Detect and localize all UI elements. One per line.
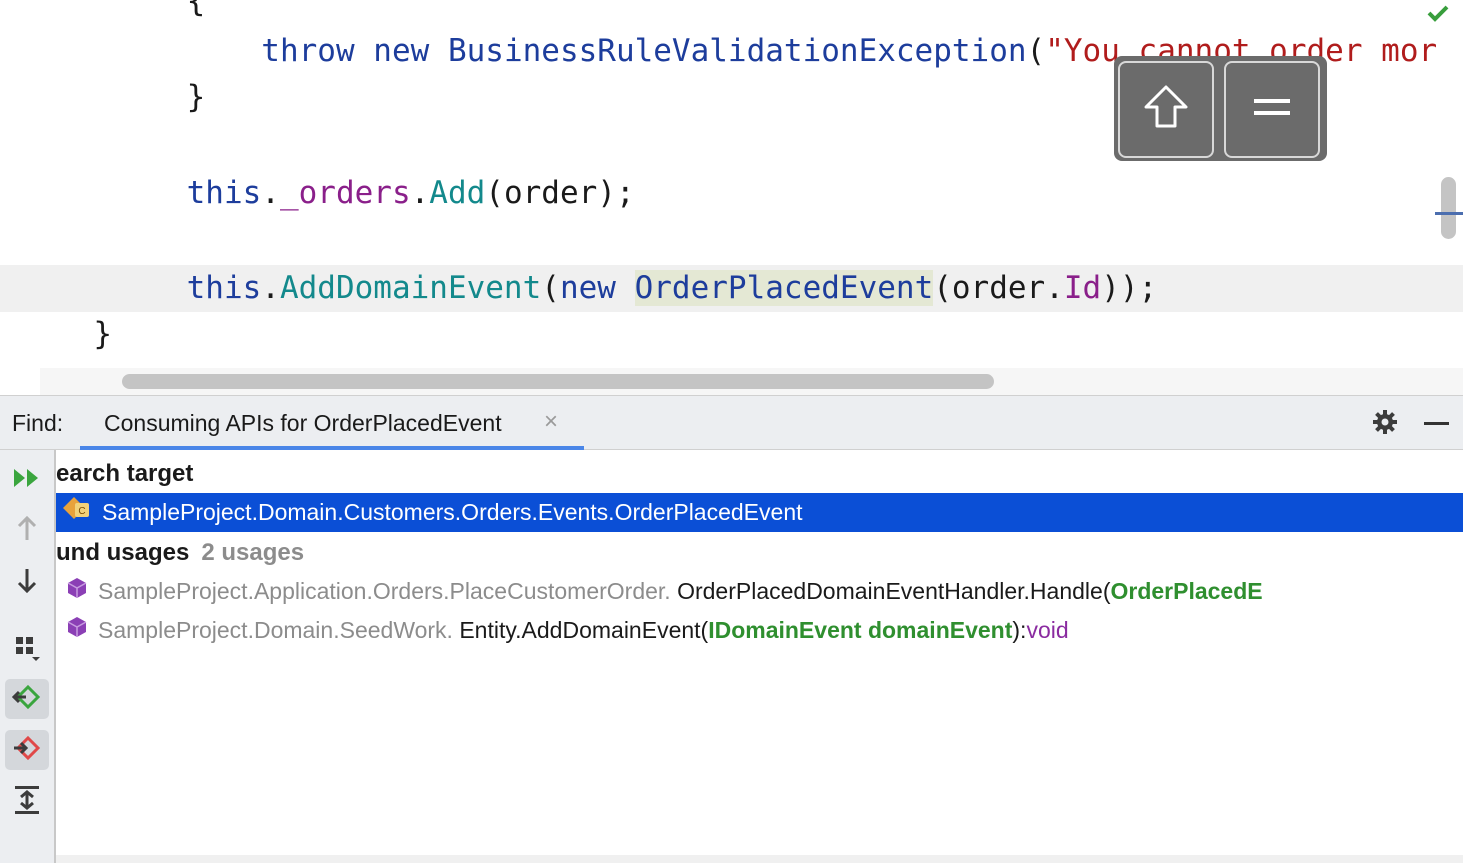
group-label: earch target [56, 460, 194, 487]
usage-row[interactable]: SampleProject.Domain.SeedWork. Entity.Ad… [56, 611, 1069, 650]
floating-key-overlay [1114, 56, 1327, 161]
open-paren: ( [541, 270, 560, 306]
dot: . [410, 175, 430, 211]
method-icon [66, 573, 88, 612]
down-arrow-icon [16, 567, 38, 598]
brace: { [186, 0, 206, 19]
method-icon [66, 612, 88, 651]
usages-in-toggle[interactable] [5, 679, 49, 719]
shift-key-button[interactable] [1118, 61, 1214, 158]
search-target-item[interactable]: C SampleProject.Domain.Customers.Orders.… [56, 493, 1463, 532]
scroll-marker [1435, 212, 1463, 215]
class-icon: C [62, 494, 92, 533]
usage-in-icon [11, 684, 42, 715]
vertical-scrollbar-thumb[interactable] [1441, 177, 1456, 239]
usage-param: IDomainEvent domainEvent [708, 617, 1013, 643]
brace: } [93, 316, 112, 352]
line-tail: )); [1101, 270, 1158, 306]
exception-type: BusinessRuleValidationException [447, 33, 1027, 69]
new-keyword: new [559, 270, 616, 306]
usages-out-toggle[interactable] [5, 730, 49, 770]
dot: . [261, 270, 280, 306]
equals-key-button[interactable] [1224, 61, 1320, 158]
add-method: Add [429, 175, 486, 211]
order-arg: (order. [933, 270, 1064, 306]
code-line-current: this.AddDomainEvent(new OrderPlacedEvent… [0, 265, 1463, 312]
usage-member: Entity.AddDomainEvent( [459, 617, 709, 643]
equals-icon [1252, 95, 1292, 124]
horizontal-scrollbar-thumb[interactable] [122, 374, 994, 389]
rerun-icon [12, 467, 42, 494]
expand-all-button[interactable] [5, 782, 49, 822]
group-icon [12, 633, 42, 668]
tab-consuming-apis[interactable]: Consuming APIs for OrderPlacedEvent × [80, 396, 584, 450]
minimize-icon[interactable] [1424, 422, 1449, 425]
found-usages-group[interactable]: und usages 2 usages [56, 533, 304, 572]
usage-namespace: SampleProject.Application.Orders.PlaceCu… [98, 578, 671, 604]
code-line: { [0, 0, 1463, 25]
bottom-edge [56, 855, 1463, 863]
usage-member: OrderPlacedDomainEventHandler.Handle( [677, 578, 1111, 604]
event-type-highlighted[interactable]: OrderPlacedEvent [634, 270, 934, 306]
code-line-orders-add: this._orders.Add(order); [0, 170, 1463, 217]
check-icon [1427, 2, 1449, 28]
usage-count: 2 usages [201, 539, 305, 566]
previous-occurrence-button[interactable] [5, 511, 49, 551]
usage-return-type: void [1026, 617, 1069, 643]
orders-field: _orders [279, 175, 411, 211]
next-occurrence-button[interactable] [5, 562, 49, 602]
shift-arrow-icon [1141, 82, 1191, 137]
tab-label: Consuming APIs for OrderPlacedEvent [104, 410, 502, 436]
usage-out-icon [12, 735, 42, 766]
new-keyword: new [373, 33, 430, 69]
code-line: } [0, 311, 1463, 358]
dot: . [261, 175, 280, 211]
svg-text:C: C [78, 506, 85, 517]
find-toolbar [0, 450, 56, 863]
up-arrow-icon [16, 515, 38, 547]
id-field: Id [1063, 270, 1102, 306]
close-icon[interactable]: × [544, 408, 558, 436]
usage-tail: ): [1012, 617, 1027, 643]
open-paren: ( [1026, 33, 1046, 69]
this-keyword: this [186, 270, 262, 306]
brace: } [186, 79, 206, 115]
code-editor[interactable]: { throw new BusinessRuleValidationExcept… [0, 0, 1463, 395]
usage-param: OrderPlacedE [1110, 578, 1263, 604]
group-by-button[interactable] [5, 630, 49, 670]
this-keyword: this [186, 175, 262, 211]
group-label: und usages [56, 539, 190, 566]
find-results-tree[interactable]: earch target C SampleProject.Domain.Cust… [56, 450, 1463, 863]
usage-namespace: SampleProject.Domain.SeedWork. [98, 617, 453, 643]
find-label: Find: [12, 410, 64, 436]
rerun-button[interactable] [5, 460, 49, 500]
search-target-group[interactable]: earch target [56, 454, 193, 493]
add-args: (order); [485, 175, 635, 211]
gear-icon[interactable] [1372, 409, 1398, 435]
usage-row[interactable]: SampleProject.Application.Orders.PlaceCu… [56, 572, 1263, 611]
target-name: SampleProject.Domain.Customers.Orders.Ev… [102, 499, 803, 525]
find-panel-header: Find: Consuming APIs for OrderPlacedEven… [0, 395, 1463, 450]
throw-keyword: throw [261, 33, 355, 69]
expand-all-icon [13, 784, 41, 821]
add-domain-event-method: AddDomainEvent [279, 270, 542, 306]
